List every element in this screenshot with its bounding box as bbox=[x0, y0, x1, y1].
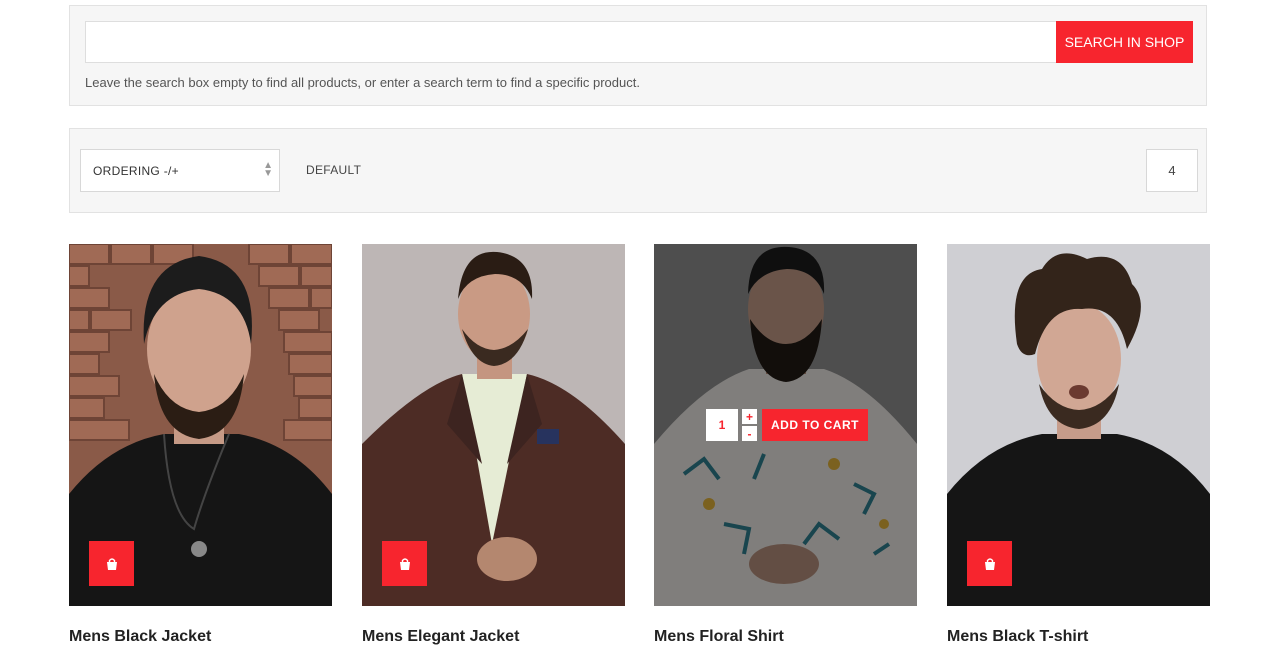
quantity-value[interactable]: 1 bbox=[706, 409, 738, 441]
product-title[interactable]: Mens Floral Shirt bbox=[654, 628, 784, 646]
ordering-select-label: ORDERING -/+ bbox=[93, 164, 179, 178]
product-image[interactable] bbox=[947, 244, 1210, 606]
product-card: 1 + - ADD TO CART Mens Floral Shirt bbox=[654, 244, 917, 645]
ordering-select[interactable]: ORDERING -/+ ▲ ▼ bbox=[80, 149, 280, 192]
search-in-shop-button[interactable]: SEARCH IN SHOP bbox=[1056, 21, 1193, 63]
product-card: Mens Elegant Jacket bbox=[362, 244, 625, 645]
product-title[interactable]: Mens Black T-shirt bbox=[947, 628, 1088, 646]
product-image[interactable]: 1 + - ADD TO CART bbox=[654, 244, 917, 606]
product-title[interactable]: Mens Elegant Jacket bbox=[362, 628, 519, 646]
search-input[interactable] bbox=[85, 21, 1057, 63]
add-to-cart-button[interactable] bbox=[89, 541, 134, 586]
ordering-default[interactable]: DEFAULT bbox=[306, 163, 361, 177]
product-card: Mens Black T-shirt bbox=[947, 244, 1210, 645]
sort-arrows-icon: ▲ ▼ bbox=[263, 160, 273, 179]
quantity-increase-button[interactable]: + bbox=[742, 409, 757, 424]
product-card: Mens Black Jacket bbox=[69, 244, 332, 645]
shopping-bag-icon bbox=[984, 557, 995, 570]
limit-input[interactable]: 4 bbox=[1146, 149, 1198, 192]
hover-overlay: 1 + - ADD TO CART bbox=[654, 244, 917, 606]
product-title[interactable]: Mens Black Jacket bbox=[69, 628, 211, 646]
add-to-cart-button[interactable] bbox=[382, 541, 427, 586]
quantity-decrease-button[interactable]: - bbox=[742, 426, 757, 441]
shopping-bag-icon bbox=[106, 557, 117, 570]
quantity-stepper: 1 + - ADD TO CART bbox=[706, 409, 868, 441]
ordering-panel: ORDERING -/+ ▲ ▼ DEFAULT 4 bbox=[69, 128, 1207, 213]
search-panel: SEARCH IN SHOP Leave the search box empt… bbox=[69, 5, 1207, 106]
search-hint: Leave the search box empty to find all p… bbox=[85, 75, 640, 90]
add-to-cart-button[interactable]: ADD TO CART bbox=[762, 409, 868, 441]
product-image[interactable] bbox=[69, 244, 332, 606]
shopping-bag-icon bbox=[399, 557, 410, 570]
add-to-cart-button[interactable] bbox=[967, 541, 1012, 586]
product-image[interactable] bbox=[362, 244, 625, 606]
